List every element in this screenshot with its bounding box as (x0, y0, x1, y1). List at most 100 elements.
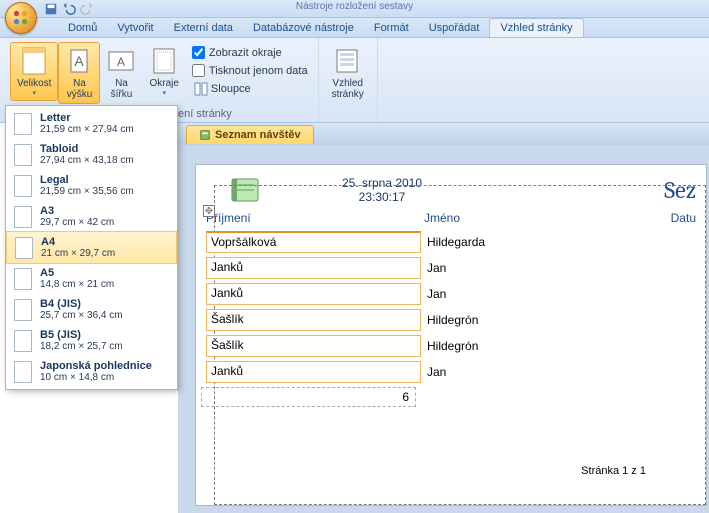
print-data-only-checkbox[interactable]: Tisknout jenom data (192, 64, 308, 77)
paper-size-item[interactable]: Japonská pohlednice 10 cm × 14,8 cm (6, 356, 177, 387)
report-icon (199, 129, 211, 141)
paper-size-item[interactable]: Legal 21,59 cm × 35,56 cm (6, 170, 177, 201)
page-thumb-icon (14, 330, 32, 352)
cell-name[interactable]: Jan (421, 261, 446, 275)
tab-arrange[interactable]: Uspořádat (419, 19, 490, 37)
table-row[interactable]: Janků Jan (206, 281, 696, 307)
paper-dim: 21,59 cm × 35,56 cm (40, 186, 134, 197)
paper-name: Letter (40, 112, 134, 124)
page-indicator: Stránka 1 z 1 (581, 465, 646, 477)
title-bar-hint: Nástroje rozložení sestavy (296, 1, 413, 12)
paper-size-item[interactable]: Tabloid 27,94 cm × 43,18 cm (6, 139, 177, 170)
margins-icon (150, 46, 178, 76)
col-header-date-partial[interactable]: Datu (671, 211, 696, 225)
paper-dim: 14,8 cm × 21 cm (40, 279, 114, 290)
landscape-label: Na šířku (111, 78, 133, 100)
ribbon-tabs: Domů Vytvořit Externí data Databázové ná… (0, 18, 709, 38)
qat-undo-icon[interactable] (62, 2, 76, 19)
paper-size-item[interactable]: A3 29,7 cm × 42 cm (6, 201, 177, 232)
page-size-icon (20, 46, 48, 76)
page-setup-icon (334, 46, 362, 76)
report-date: 25. srpna 2010 (342, 176, 422, 190)
table-row[interactable]: Šašlík Hildegrón (206, 307, 696, 333)
cell-name[interactable]: Jan (421, 287, 446, 301)
tab-format[interactable]: Formát (364, 19, 419, 37)
cell-surname[interactable]: Šašlík (206, 309, 421, 331)
tab-dbtools[interactable]: Databázové nástroje (243, 19, 364, 37)
page-thumb-icon (14, 361, 32, 383)
paper-name: A5 (40, 267, 114, 279)
table-row[interactable]: Vopršálková Hildegarda (206, 229, 696, 255)
cell-surname[interactable]: Janků (206, 361, 421, 383)
paper-name: Tabloid (40, 143, 134, 155)
qat-save-icon[interactable] (44, 2, 58, 19)
paper-size-item[interactable]: A4 21 cm × 29,7 cm (6, 231, 177, 264)
margins-label: Okraje (149, 78, 178, 89)
dropdown-caret-icon: ▾ (162, 89, 166, 97)
page-thumb-icon (14, 268, 32, 290)
page-thumb-icon (14, 206, 32, 228)
tab-create[interactable]: Vytvořit (107, 19, 163, 37)
table-row[interactable]: Janků Jan (206, 359, 696, 385)
svg-text:A: A (117, 55, 125, 69)
paper-size-dropdown[interactable]: Letter 21,59 cm × 27,94 cm Tabloid 27,94… (5, 105, 178, 390)
page-setup-label: Vzhled stránky (332, 78, 364, 100)
landscape-icon: A (107, 46, 135, 76)
landscape-button[interactable]: A Na šířku (100, 42, 142, 104)
page-thumb-icon (15, 237, 33, 259)
move-handle[interactable]: ✥ (203, 205, 215, 217)
table-row[interactable]: Janků Jan (206, 255, 696, 281)
columns-icon (194, 82, 208, 96)
qat-redo-icon[interactable] (80, 2, 94, 19)
report-time: 23:30:17 (359, 190, 406, 204)
paper-name: B5 (JIS) (40, 329, 123, 341)
tab-external[interactable]: Externí data (164, 19, 243, 37)
page-setup-button[interactable]: Vzhled stránky (325, 42, 371, 104)
cell-surname[interactable]: Janků (206, 283, 421, 305)
cell-surname[interactable]: Šašlík (206, 335, 421, 357)
page-thumb-icon (14, 299, 32, 321)
col-header-surname[interactable]: Příjmení (206, 211, 424, 225)
office-button[interactable] (5, 2, 37, 34)
cell-name[interactable]: Hildegrón (421, 313, 478, 327)
portrait-icon: A (65, 46, 93, 76)
row-count-cell: 6 (201, 387, 416, 407)
report-page: ✥ 25. srpna 2010 23:30:17 Sez Příjmení J… (196, 165, 706, 505)
paper-size-item[interactable]: B5 (JIS) 18,2 cm × 25,7 cm (6, 325, 177, 356)
show-margins-checkbox[interactable]: Zobrazit okraje (192, 46, 308, 59)
paper-dim: 18,2 cm × 25,7 cm (40, 341, 123, 352)
paper-name: A4 (41, 236, 115, 248)
paper-dim: 27,94 cm × 43,18 cm (40, 155, 134, 166)
paper-size-item[interactable]: A5 14,8 cm × 21 cm (6, 263, 177, 294)
page-thumb-icon (14, 113, 32, 135)
table-row[interactable]: Šašlík Hildegrón (206, 333, 696, 359)
margins-button[interactable]: Okraje ▾ (142, 42, 185, 101)
paper-dim: 10 cm × 14,8 cm (40, 372, 152, 383)
page-thumb-icon (14, 144, 32, 166)
paper-name: A3 (40, 205, 114, 217)
cell-surname[interactable]: Vopršálková (206, 231, 421, 253)
size-button[interactable]: Velikost ▾ (10, 42, 58, 101)
cell-name[interactable]: Hildegrón (421, 339, 478, 353)
cell-name[interactable]: Hildegarda (421, 235, 485, 249)
columns-button[interactable]: Sloupce (192, 80, 308, 98)
tab-home[interactable]: Domů (58, 19, 107, 37)
portrait-button[interactable]: A Na výšku (58, 42, 100, 104)
show-margins-check[interactable] (192, 46, 205, 59)
document-tab[interactable]: Seznam návštěv (186, 125, 314, 144)
group-caption-partial: ení stránky (178, 108, 232, 120)
columns-label: Sloupce (211, 83, 251, 95)
document-tab-label: Seznam návštěv (215, 129, 301, 141)
cell-name[interactable]: Jan (421, 365, 446, 379)
col-header-name[interactable]: Jméno (424, 211, 671, 225)
print-data-check[interactable] (192, 64, 205, 77)
notebook-icon (226, 175, 262, 205)
portrait-label: Na výšku (67, 78, 93, 100)
cell-surname[interactable]: Janků (206, 257, 421, 279)
tab-pagelayout[interactable]: Vzhled stránky (489, 18, 583, 37)
paper-size-item[interactable]: B4 (JIS) 25,7 cm × 36,4 cm (6, 294, 177, 325)
page-thumb-icon (14, 175, 32, 197)
paper-size-item[interactable]: Letter 21,59 cm × 27,94 cm (6, 108, 177, 139)
paper-name: Japonská pohlednice (40, 360, 152, 372)
paper-dim: 25,7 cm × 36,4 cm (40, 310, 123, 321)
